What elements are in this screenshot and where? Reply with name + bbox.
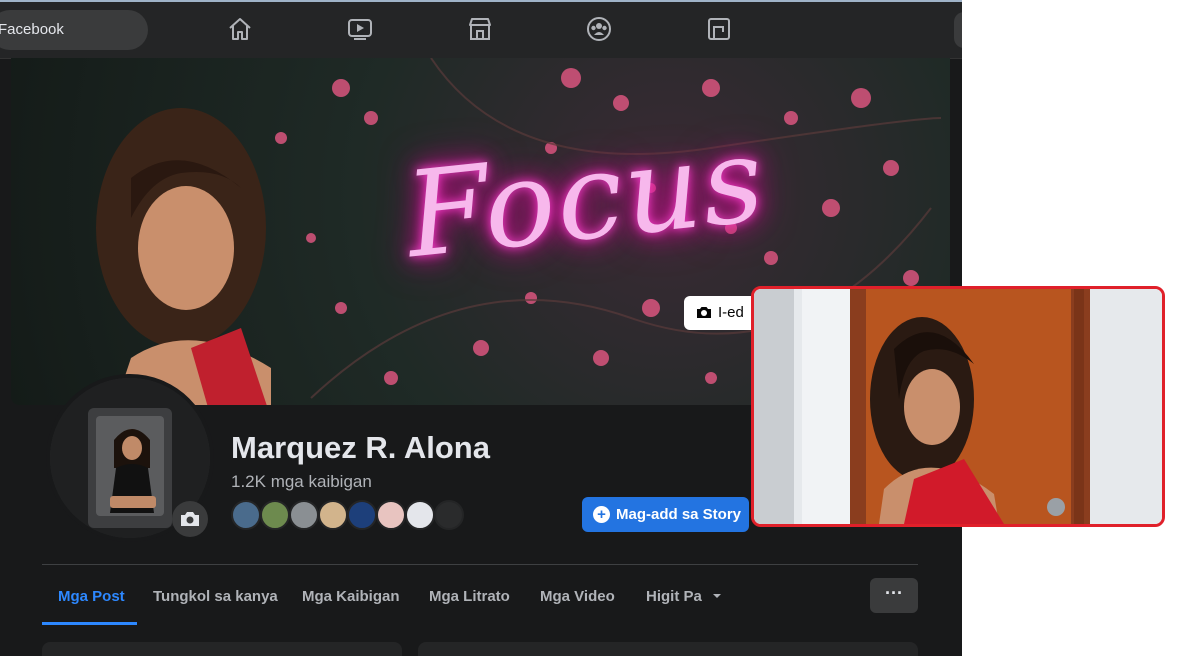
tab-posts[interactable]: Mga Post — [58, 588, 125, 605]
search-input[interactable]: Facebook — [0, 10, 148, 50]
caret-down-icon — [713, 594, 722, 598]
tab-friends[interactable]: Mga Kaibigan — [302, 588, 400, 605]
tab-more-label: Higit Pa — [646, 588, 702, 605]
create-post-card — [418, 642, 918, 656]
friend-avatar[interactable] — [318, 500, 348, 530]
home-icon[interactable] — [226, 15, 254, 43]
account-button[interactable] — [954, 12, 962, 48]
profile-name: Marquez R. Alona — [231, 430, 490, 465]
edit-cover-label: I-ed — [718, 304, 744, 321]
friend-avatar[interactable] — [376, 500, 406, 530]
highlighted-photo-image — [754, 289, 1162, 524]
gaming-icon[interactable] — [705, 15, 733, 43]
intro-card — [42, 642, 402, 656]
top-navigation-bar: Facebook — [0, 0, 962, 59]
highlighted-photo[interactable] — [751, 286, 1165, 527]
marketplace-icon[interactable] — [466, 15, 494, 43]
groups-icon[interactable] — [585, 15, 613, 43]
friend-avatar[interactable] — [289, 500, 319, 530]
more-options-button[interactable]: ··· — [870, 578, 918, 613]
tab-about[interactable]: Tungkol sa kanya — [153, 588, 278, 605]
camera-icon — [181, 512, 199, 526]
cover-portrait-image — [96, 108, 271, 405]
camera-icon — [697, 307, 711, 318]
friend-avatar[interactable] — [231, 500, 261, 530]
add-to-story-label: Mag-add sa Story — [616, 506, 742, 523]
friend-avatar[interactable] — [260, 500, 290, 530]
friend-avatar[interactable] — [405, 500, 435, 530]
window-top-edge — [0, 0, 962, 2]
tab-more[interactable]: Higit Pa — [646, 588, 722, 605]
friend-avatar[interactable] — [434, 500, 464, 530]
avatar-camera-button[interactable] — [172, 501, 208, 537]
profile-divider — [42, 564, 918, 565]
add-to-story-button[interactable]: + Mag-add sa Story — [582, 497, 749, 532]
friends-count[interactable]: 1.2K mga kaibigan — [231, 472, 372, 492]
tab-photos[interactable]: Mga Litrato — [429, 588, 510, 605]
plus-icon: + — [593, 506, 610, 523]
tab-videos[interactable]: Mga Video — [540, 588, 615, 605]
friend-avatar[interactable] — [347, 500, 377, 530]
active-tab-indicator — [42, 622, 137, 625]
video-icon[interactable] — [346, 15, 374, 43]
